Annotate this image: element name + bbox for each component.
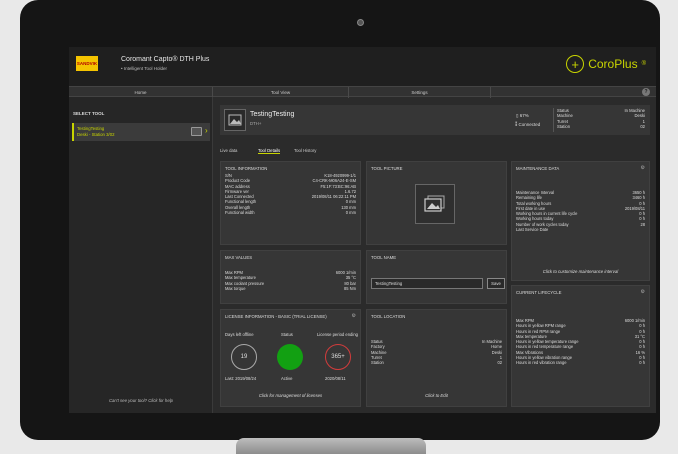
tool-type: DTH+ bbox=[250, 121, 262, 126]
monitor-bezel: SANDVIK Coromant Capto® DTH Plus • Intel… bbox=[20, 0, 660, 440]
tool-thumbnail bbox=[224, 109, 246, 131]
tool-info-list: S/N K18-4920999-1/1 Product Code C4-CRK-M0… bbox=[225, 173, 356, 215]
status-indicator bbox=[277, 344, 303, 370]
tab-tool-details[interactable]: Tool Details bbox=[258, 148, 281, 154]
plus-circle-icon: + bbox=[566, 55, 585, 73]
brand-mark: ® bbox=[641, 61, 646, 67]
monitor-stand bbox=[236, 438, 426, 454]
info-row: Max torque 85 Nm bbox=[225, 285, 356, 291]
tab-live-data[interactable]: Live data bbox=[220, 148, 237, 153]
current-lifecycle-panel: CURRENT LIFECYCLE ⚙ Max RPM 6000 1/min Ho… bbox=[511, 285, 650, 407]
tool-picture-upload[interactable] bbox=[415, 184, 455, 224]
panel-title: TOOL PICTURE bbox=[371, 166, 403, 171]
max-values-panel: MAX VALUES Max RPM 6000 1/min Max tempera… bbox=[220, 250, 361, 304]
gear-icon[interactable]: ⚙ bbox=[641, 289, 645, 295]
license-panel: LICENSE INFORMATION - BASIC (TRIAL LICEN… bbox=[220, 309, 361, 407]
location-list: Status In Machine Factory Home Machine Desk… bbox=[371, 339, 502, 365]
tab-tool-view[interactable]: Tool View bbox=[213, 87, 349, 98]
days-left-label: Days left offline bbox=[225, 332, 254, 337]
coroplus-logo: + CoroPlus ® bbox=[566, 55, 646, 73]
app-screen: SANDVIK Coromant Capto® DTH Plus • Intel… bbox=[69, 47, 656, 413]
gear-icon[interactable]: ⚙ bbox=[352, 313, 356, 319]
image-icon bbox=[228, 114, 242, 126]
info-row: Functional width 0 mm bbox=[225, 210, 356, 216]
panel-title: LICENSE INFORMATION - BASIC (TRIAL LICEN… bbox=[225, 314, 327, 319]
lifecycle-list: Max RPM 6000 1/min Hours in yellow RPM ra… bbox=[516, 318, 645, 366]
tool-name-input[interactable]: TestingTesting bbox=[371, 278, 483, 289]
info-row: Station 02 bbox=[371, 360, 502, 366]
maintenance-list: Maintenance Interval 3650 h Remaining lif… bbox=[516, 190, 645, 232]
save-button[interactable]: Save bbox=[487, 278, 505, 289]
days-left-gauge: 19 bbox=[231, 344, 257, 370]
gear-icon[interactable]: ⚙ bbox=[641, 165, 645, 171]
status-label: Status bbox=[281, 332, 293, 337]
manage-licenses-link[interactable]: Click for management of licenses bbox=[221, 393, 360, 398]
tab-tool-history[interactable]: Tool History bbox=[294, 148, 316, 153]
panel-title: CURRENT LIFECYCLE bbox=[516, 290, 562, 295]
last-online-date: Last: 2019/08/24 bbox=[225, 376, 257, 381]
customize-maintenance-link[interactable]: Click to customize maintenance interval bbox=[512, 269, 649, 274]
max-values-list: Max RPM 6000 1/min Max temperature 35 °C M… bbox=[225, 270, 356, 291]
tool-help-link[interactable]: Can't see your tool? Click for help bbox=[69, 398, 213, 403]
image-icon bbox=[191, 127, 202, 136]
help-icon[interactable]: ? bbox=[642, 88, 650, 96]
license-period-gauge: 365+ bbox=[325, 344, 351, 370]
sidebar-title: SELECT TOOL bbox=[73, 111, 105, 116]
image-icon bbox=[424, 195, 445, 212]
chevron-right-icon: › bbox=[205, 126, 208, 135]
panel-title: TOOL INFORMATION bbox=[225, 166, 268, 171]
app-header: SANDVIK Coromant Capto® DTH Plus • Intel… bbox=[69, 47, 656, 86]
tool-information-panel: TOOL INFORMATION S/N K18-4920999-1/1 Prod… bbox=[220, 161, 361, 245]
panel-title: TOOL LOCATION bbox=[371, 314, 406, 319]
tool-picture-panel: TOOL PICTURE bbox=[366, 161, 507, 245]
panel-title: TOOL NAME bbox=[371, 255, 397, 260]
tab-settings[interactable]: Settings bbox=[349, 87, 491, 98]
tool-item-name: TestingTesting bbox=[77, 126, 105, 131]
sidebar-tool-item[interactable]: TestingTesting Deski - Station 3/02 › bbox=[72, 123, 210, 141]
tool-name-panel: TOOL NAME TestingTesting Save bbox=[366, 250, 507, 304]
camera-icon bbox=[357, 19, 364, 26]
status-row: Station 02 bbox=[557, 124, 645, 130]
tool-item-station: Deski - Station 3/02 bbox=[77, 132, 115, 137]
battery-status: ▯ 67% bbox=[516, 113, 529, 118]
sidebar: SELECT TOOL TestingTesting Deski - Stati… bbox=[69, 97, 213, 413]
tool-header: TestingTesting DTH+ ▯ 67% ⁑ Connected St… bbox=[220, 105, 650, 135]
sandvik-logo: SANDVIK bbox=[76, 56, 98, 71]
app-title: Coromant Capto® DTH Plus bbox=[121, 56, 210, 63]
license-period-date: 2020/08/11 bbox=[325, 376, 346, 381]
maintenance-panel: MAINTENANCE DATA ⚙ Maintenance Interval 3… bbox=[511, 161, 650, 281]
tool-name: TestingTesting bbox=[250, 111, 295, 118]
tool-location-panel: TOOL LOCATION Status In Machine Factory Ho… bbox=[366, 309, 507, 407]
main-nav: Home Tool View Settings ? bbox=[69, 86, 656, 98]
panel-title: MAX VALUES bbox=[225, 255, 253, 260]
connection-status: ⁑ Connected bbox=[515, 122, 541, 127]
brand-name: CoroPlus bbox=[588, 57, 638, 71]
status-value: Active bbox=[281, 376, 293, 381]
info-row: Last Service Date bbox=[516, 227, 549, 233]
edit-location-link[interactable]: Click to Edit bbox=[367, 393, 506, 398]
license-period-label: License period ending bbox=[317, 332, 358, 337]
panel-title: MAINTENANCE DATA bbox=[516, 166, 560, 171]
app-subtitle: • Intelligent Tool Holder bbox=[121, 66, 168, 71]
tool-status-summary: Status In Machine Machine Deski Turret 1 St… bbox=[553, 108, 645, 132]
info-row: Hours in red vibration range 0 h bbox=[516, 360, 645, 366]
